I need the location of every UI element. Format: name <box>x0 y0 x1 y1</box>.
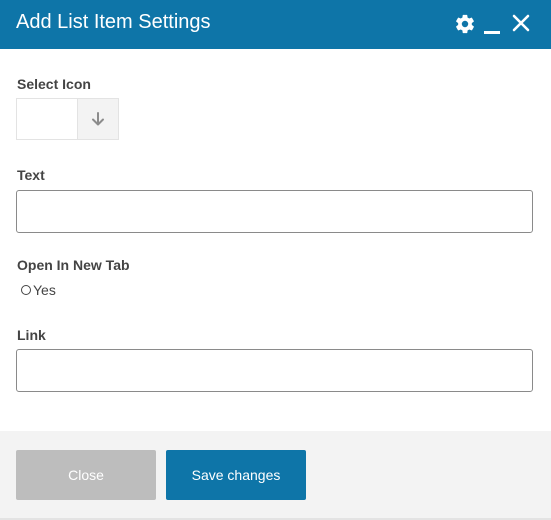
icon-picker <box>16 98 119 140</box>
add-list-item-settings-dialog: Add List Item Settings Select Icon Text <box>0 0 551 520</box>
close-button[interactable]: Close <box>16 450 156 500</box>
gear-icon[interactable] <box>454 13 476 35</box>
dialog-titlebar: Add List Item Settings <box>0 0 551 49</box>
open-in-new-tab-label: Open In New Tab <box>17 257 130 273</box>
text-input[interactable] <box>16 190 533 233</box>
text-label: Text <box>17 167 45 183</box>
close-icon[interactable] <box>511 13 533 35</box>
link-input[interactable] <box>16 349 533 392</box>
icon-dropdown-button[interactable] <box>77 98 119 140</box>
dialog-footer: Close Save changes <box>0 431 551 518</box>
dialog-title: Add List Item Settings <box>16 11 211 33</box>
link-label: Link <box>17 327 46 343</box>
select-icon-label: Select Icon <box>17 76 91 92</box>
save-changes-button[interactable]: Save changes <box>166 450 306 500</box>
radio-button[interactable] <box>21 285 31 295</box>
open-in-new-tab-yes-option[interactable]: Yes <box>21 282 56 298</box>
arrow-down-icon <box>92 112 104 126</box>
icon-preview[interactable] <box>16 98 78 140</box>
minimize-icon[interactable] <box>482 13 504 35</box>
radio-yes-label: Yes <box>33 282 56 298</box>
